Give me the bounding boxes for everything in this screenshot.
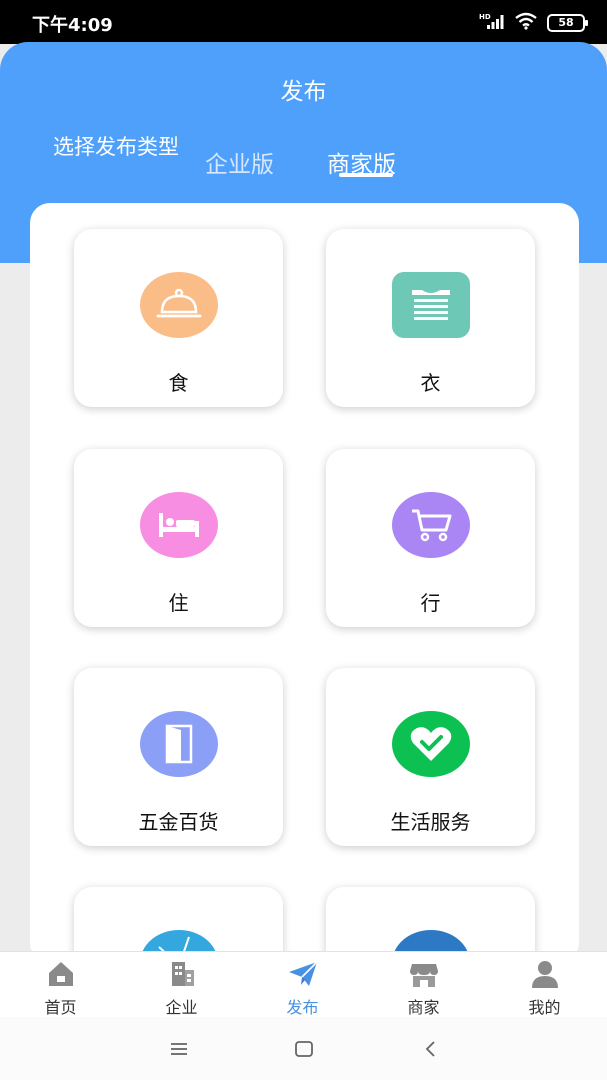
user-icon [529,958,561,990]
building-icon [166,958,198,990]
svg-text:HD: HD [479,13,491,21]
home-icon [45,958,77,990]
category-card-food[interactable]: 食 [74,229,283,407]
clothing-icon [392,272,470,338]
tabbar-label: 企业 [165,998,198,1017]
category-label: 生活服务 [390,810,471,834]
door-icon [140,711,218,777]
battery-icon: 58 [547,14,588,32]
category-card-hardware[interactable]: 五金百货 [74,668,283,846]
food-cover-icon [140,272,218,338]
bed-icon [140,492,218,558]
tabbar-item-publish[interactable]: 发布 [242,952,363,1018]
wifi-icon [514,12,538,34]
signal-icon: HD [479,12,505,34]
tabbar-label: 首页 [44,998,77,1017]
category-label: 衣 [420,371,441,395]
system-navigation-bar [0,1017,607,1080]
heart-icon [392,711,470,777]
status-time: 下午4:09 [32,15,113,36]
send-icon [287,958,319,990]
tab-enterprise[interactable]: 企业版 [205,145,274,179]
tabbar-label: 商家 [407,998,440,1017]
status-bar: 下午4:09 HD 58 [0,0,607,44]
category-card-housing[interactable]: 住 [74,449,283,627]
category-card-transport[interactable]: 行 [326,449,535,627]
page-title: 发布 [280,79,327,105]
publish-type-label: 选择发布类型 [53,135,179,159]
category-card-life-services[interactable]: 生活服务 [326,668,535,846]
tab-active-indicator [339,173,393,177]
home-button-icon[interactable] [293,1038,315,1060]
tabbar-item-enterprise[interactable]: 企业 [121,952,242,1018]
system-icons: HD 58 [479,12,588,34]
tabbar-item-mine[interactable]: 我的 [484,952,605,1018]
tabbar-item-home[interactable]: 首页 [0,952,121,1018]
category-label: 行 [420,591,441,615]
category-card-clothing[interactable]: 衣 [326,229,535,407]
menu-icon[interactable] [168,1038,190,1060]
tabbar-item-merchant[interactable]: 商家 [363,952,484,1018]
tabbar-label: 发布 [286,998,319,1017]
category-label: 五金百货 [138,810,219,834]
category-label: 住 [168,591,189,615]
back-icon[interactable] [420,1038,442,1060]
category-panel: 食 衣 住 行 五金百货 生活服务 [30,203,579,1065]
bottom-tab-bar: 首页 企业 发布 商家 我的 [0,951,607,1017]
category-label: 食 [168,371,189,395]
cart-icon [392,492,470,558]
tabbar-label: 我的 [528,998,561,1017]
store-icon [408,958,440,990]
